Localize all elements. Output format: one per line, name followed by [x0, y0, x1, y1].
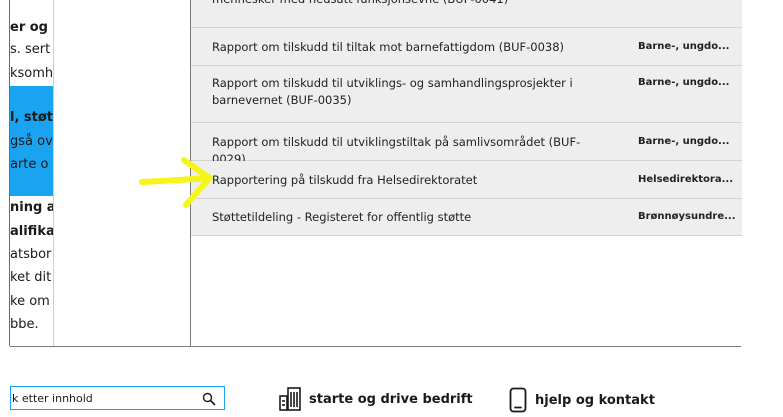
result-org: Brønnøysundre...	[638, 211, 736, 222]
result-title: Støttetildeling - Registeret for offentl…	[212, 210, 472, 224]
result-row[interactable]: Støttetildeling - Registeret for offentl…	[191, 199, 742, 236]
help-contact-link[interactable]: hjelp og kontakt	[509, 387, 655, 413]
result-org: Barne-, ungdo...	[638, 77, 730, 88]
left-text-column: er og s. sert ksomh l, støtt gså ov arte…	[10, 0, 53, 346]
phone-icon	[509, 387, 527, 413]
left-line-6: arte o	[10, 157, 49, 172]
start-business-label: starte og drive bedrift	[309, 391, 473, 407]
left-line-3: ksomh	[10, 66, 53, 81]
results-panel: mennesker med nedsatt funksjonsevne (BUF…	[190, 0, 742, 346]
left-line-5: gså ov	[10, 134, 53, 149]
arrow-right-icon	[139, 157, 213, 208]
left-line-7: ning a	[10, 200, 53, 215]
help-contact-label: hjelp og kontakt	[535, 392, 655, 408]
search-input[interactable]	[11, 387, 192, 409]
start-business-link[interactable]: starte og drive bedrift	[279, 387, 473, 411]
left-line-8: alifika	[10, 224, 53, 239]
result-org: Barne-, ungdo...	[638, 136, 730, 147]
building-icon	[279, 387, 301, 411]
result-row[interactable]: Rapport om tilskudd til tiltak mot barne…	[191, 28, 742, 66]
result-title: mennesker med nedsatt funksjonsevne (BUF…	[212, 0, 508, 8]
result-row[interactable]: Rapport om tilskudd til utviklings- og s…	[191, 66, 742, 123]
result-org: Barne-, ungdo...	[638, 41, 730, 52]
left-line-2: s. sert	[10, 42, 51, 57]
left-line-10: ket dit	[10, 270, 52, 285]
left-line-11: ke om	[10, 294, 50, 309]
result-row-partial[interactable]: mennesker med nedsatt funksjonsevne (BUF…	[191, 0, 742, 28]
result-org: Helsedirektora...	[638, 174, 733, 185]
search-icon[interactable]	[202, 391, 216, 410]
result-row[interactable]: Rapport om tilskudd til utviklingstiltak…	[191, 123, 742, 166]
result-title: Rapport om tilskudd til tiltak mot barne…	[212, 40, 565, 54]
result-title: Rapport om tilskudd til utviklings- og s…	[212, 76, 573, 107]
result-row[interactable]: Rapportering på tilskudd fra Helsedirekt…	[191, 161, 742, 199]
left-line-12: bbe.	[10, 317, 39, 332]
search-box[interactable]	[10, 386, 225, 410]
left-line-1: er og	[10, 20, 48, 35]
left-line-4: l, støtt	[10, 110, 53, 125]
column-divider	[53, 0, 54, 346]
panel-bottom-border	[10, 346, 741, 347]
left-line-9: atsbor	[10, 247, 52, 262]
result-title: Rapportering på tilskudd fra Helsedirekt…	[212, 173, 478, 187]
